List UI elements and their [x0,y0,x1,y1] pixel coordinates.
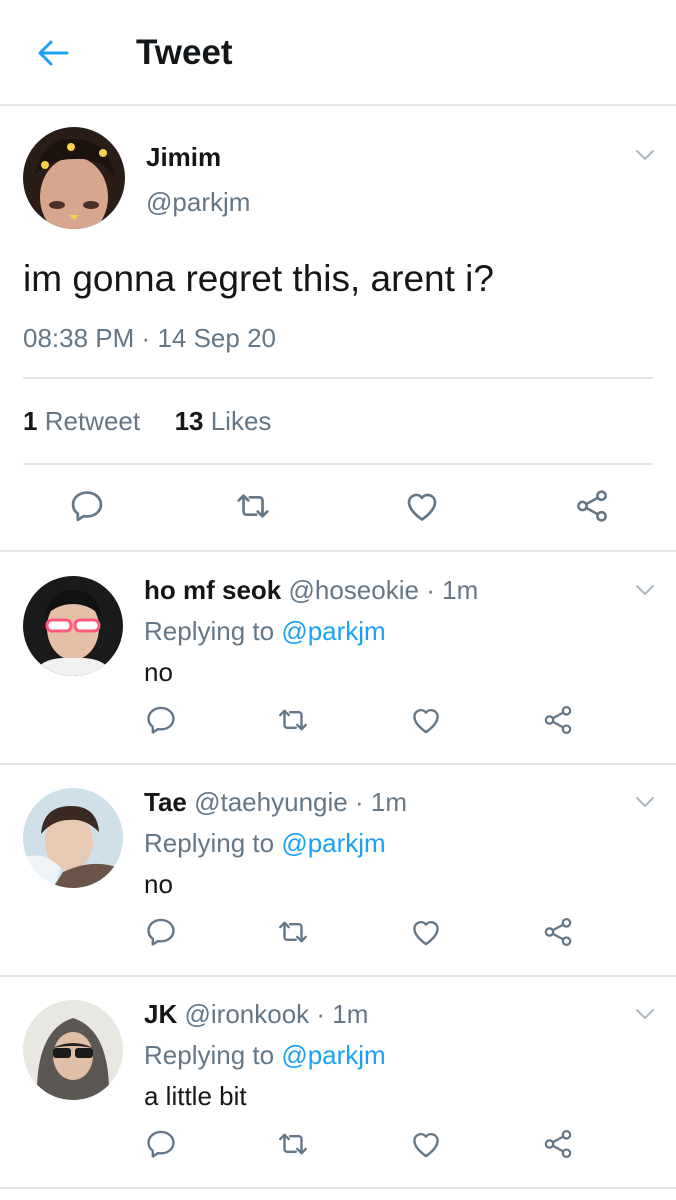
like-button[interactable] [406,1124,446,1164]
retweet-button[interactable] [273,700,313,740]
retweet-button[interactable] [273,1124,313,1164]
reply-text: no [144,657,173,687]
reply-header: JK @ironkook · 1m [144,999,368,1030]
replying-to-mention[interactable]: @parkjm [281,616,385,646]
retweet-button[interactable] [273,912,313,952]
replying-to: Replying to @parkjm [144,828,386,859]
reply-age: 1m [442,575,479,605]
reply-author-name[interactable]: JK [144,999,177,1029]
like-button[interactable] [406,700,446,740]
reply-author-name[interactable]: ho mf seok [144,575,281,605]
retweet-icon [275,915,311,949]
replying-to-label: Replying to [144,828,275,858]
reply-icon [144,703,178,737]
heart-icon [409,915,443,949]
share-button[interactable] [538,700,578,740]
avatar[interactable] [23,1000,123,1100]
avatar[interactable] [23,788,123,888]
reply-separator: · [426,575,435,605]
like-button[interactable] [406,912,446,952]
back-button[interactable] [34,36,72,70]
retweet-icon [275,1127,311,1161]
author-handle[interactable]: @parkjm [146,187,250,218]
avatar[interactable] [23,576,123,676]
share-icon [541,1127,575,1161]
top-bar: Tweet [0,0,676,106]
heart-icon [402,487,442,525]
reply-tweet[interactable]: ho mf seok @hoseokie · 1m Replying to @p… [0,554,676,765]
reply-header: ho mf seok @hoseokie · 1m [144,575,478,606]
replying-to-mention[interactable]: @parkjm [281,828,385,858]
divider [23,377,653,379]
chevron-down-icon[interactable] [633,147,657,163]
retweet-button[interactable] [232,486,274,526]
share-icon [573,487,611,525]
timestamp-separator: · [141,323,151,353]
retweet-icon [275,703,311,737]
reply-actions [0,700,676,740]
reply-button[interactable] [141,1124,181,1164]
reply-author-handle[interactable]: @taehyungie [194,787,348,817]
chevron-down-icon[interactable] [633,794,657,810]
tweet-stats: 1 Retweet 13 Likes [23,406,271,437]
replying-to-mention[interactable]: @parkjm [281,1040,385,1070]
main-tweet: Jimim @parkjm im gonna regret this, aren… [0,108,676,552]
reply-button[interactable] [141,700,181,740]
like-button[interactable] [402,486,442,526]
likes-label: Likes [210,406,272,436]
reply-author-handle[interactable]: @ironkook [184,999,309,1029]
divider [23,463,653,465]
reply-text: a little bit [144,1081,247,1111]
share-icon [541,915,575,949]
reply-separator: · [354,787,364,817]
tweet-text: im gonna regret this, arent i? [23,258,494,299]
arrow-left-icon [38,40,69,66]
reply-icon [144,1127,178,1161]
reply-actions [0,912,676,952]
reply-age: 1m [370,787,407,817]
retweets-stat[interactable]: 1 Retweet [23,406,140,436]
tweet-timestamp: 08:38 PM · 14 Sep 20 [23,323,276,354]
reply-tweet[interactable]: JK @ironkook · 1m Replying to @parkjm a … [0,978,676,1189]
chevron-down-icon[interactable] [633,582,657,598]
tweet-actions [0,486,676,532]
share-button[interactable] [572,486,612,526]
page-title: Tweet [136,33,233,72]
replying-to-label: Replying to [144,616,275,646]
replying-to: Replying to @parkjm [144,1040,386,1071]
tweet-date: 14 Sep 20 [157,323,276,353]
reply-actions [0,1124,676,1164]
heart-icon [409,703,443,737]
chevron-down-icon[interactable] [633,1006,657,1022]
reply-separator: · [316,999,326,1029]
retweets-label: Retweet [44,406,141,436]
share-button[interactable] [538,1124,578,1164]
heart-icon [409,1127,443,1161]
share-button[interactable] [538,912,578,952]
reply-button[interactable] [141,912,181,952]
reply-icon [144,915,178,949]
replying-to: Replying to @parkjm [144,616,386,647]
reply-author-handle[interactable]: @hoseokie [288,575,418,605]
tweet-time: 08:38 PM [23,323,135,353]
likes-stat[interactable]: 13 Likes [175,406,272,436]
reply-text: no [144,869,173,899]
author-name[interactable]: Jimim [146,142,221,173]
share-icon [541,703,575,737]
reply-icon [68,487,106,525]
reply-author-name[interactable]: Tae [144,787,187,817]
reply-button[interactable] [67,486,107,526]
avatar[interactable] [23,127,125,229]
replying-to-label: Replying to [144,1040,275,1070]
retweets-count: 1 [23,406,38,436]
retweet-icon [232,487,274,525]
reply-header: Tae @taehyungie · 1m [144,787,407,818]
likes-count: 13 [174,406,204,436]
reply-age: 1m [332,999,369,1029]
reply-tweet[interactable]: Tae @taehyungie · 1m Replying to @parkjm… [0,766,676,977]
